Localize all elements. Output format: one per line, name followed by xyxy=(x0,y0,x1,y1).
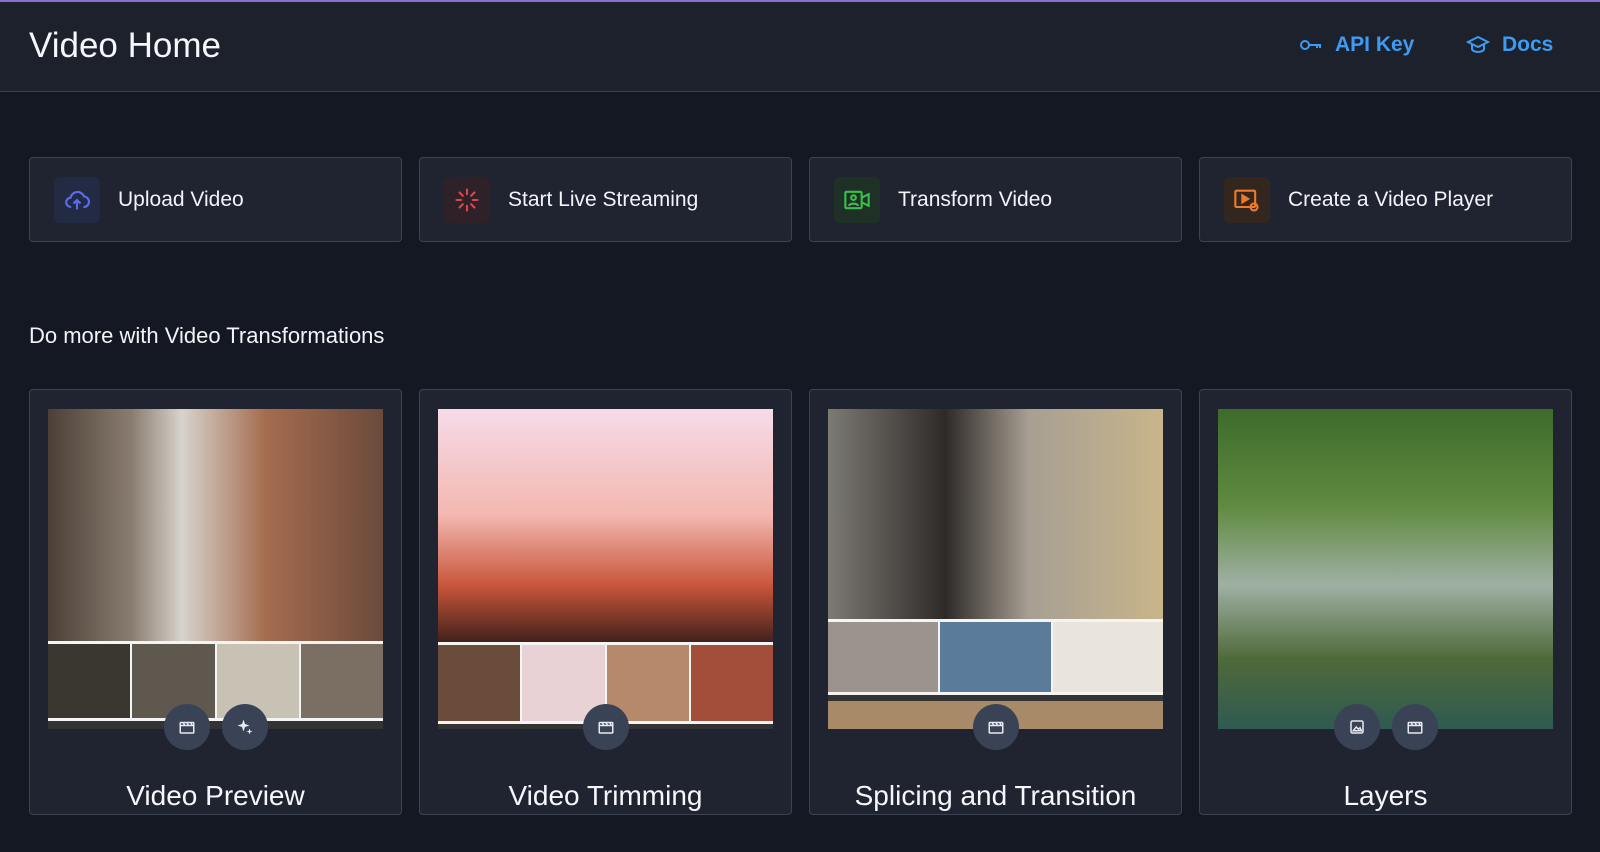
clapperboard-icon xyxy=(598,721,613,734)
page-header: Video Home API Key Docs xyxy=(0,2,1600,92)
upload-video-button[interactable]: Upload Video xyxy=(29,157,402,242)
transform-video-button[interactable]: Transform Video xyxy=(809,157,1182,242)
key-icon xyxy=(1300,40,1321,50)
cloud-upload-icon xyxy=(65,190,90,209)
video-trimming-thumbnail xyxy=(438,409,773,729)
video-badge xyxy=(972,704,1019,750)
thumbnail-main-frame xyxy=(438,409,773,645)
create-video-player-button[interactable]: Create a Video Player xyxy=(1199,157,1572,242)
create-video-player-label: Create a Video Player xyxy=(1288,187,1494,211)
card-video-trimming[interactable]: Video Trimming xyxy=(419,389,792,815)
quick-actions: Upload Video Start Live Streaming Transf… xyxy=(29,157,1572,242)
page-title: Video Home xyxy=(29,26,221,65)
card-title: Video Trimming xyxy=(508,780,703,811)
splicing-thumbnail xyxy=(828,409,1163,729)
ai-badge xyxy=(221,704,268,750)
card-video-preview[interactable]: Video Preview xyxy=(29,389,402,815)
video-camera-icon xyxy=(844,190,870,209)
card-layers[interactable]: Layers xyxy=(1199,389,1572,815)
start-live-streaming-label: Start Live Streaming xyxy=(508,187,699,211)
sparkle-icon xyxy=(237,719,252,735)
api-key-label: API Key xyxy=(1335,33,1415,56)
docs-link[interactable]: Docs xyxy=(1466,33,1553,57)
card-badges xyxy=(810,704,1181,750)
image-badge xyxy=(1333,704,1380,750)
card-badges xyxy=(30,704,401,750)
thumbnail-filmstrip xyxy=(828,619,1163,695)
api-key-link[interactable]: API Key xyxy=(1299,33,1414,57)
section-title: Do more with Video Transformations xyxy=(29,323,385,348)
video-player-gear-icon xyxy=(1234,189,1259,212)
docs-label: Docs xyxy=(1502,33,1554,56)
card-title: Video Preview xyxy=(126,780,305,811)
layers-thumbnail xyxy=(1218,409,1553,729)
video-badge xyxy=(582,704,629,750)
video-badge xyxy=(163,704,210,750)
thumbnail-main-frame xyxy=(48,409,383,641)
video-preview-thumbnail xyxy=(48,409,383,729)
start-live-streaming-button[interactable]: Start Live Streaming xyxy=(419,157,792,242)
upload-icon-box xyxy=(54,176,100,223)
upload-video-label: Upload Video xyxy=(118,187,244,211)
card-badges xyxy=(1200,704,1571,750)
clapperboard-icon xyxy=(179,721,194,734)
thumbnail-main-frame xyxy=(828,409,1163,619)
graduation-cap-icon xyxy=(1466,35,1490,54)
player-icon-box xyxy=(1224,176,1270,223)
card-title: Layers xyxy=(1343,780,1428,811)
card-title: Splicing and Transition xyxy=(854,780,1137,811)
transform-video-label: Transform Video xyxy=(898,187,1053,211)
card-badges xyxy=(420,704,791,750)
video-badge xyxy=(1391,704,1438,750)
clapperboard-icon xyxy=(988,721,1003,734)
image-icon xyxy=(1349,720,1364,734)
transform-icon-box xyxy=(834,176,880,223)
live-icon-box xyxy=(444,176,490,223)
card-splicing-and-transition[interactable]: Splicing and Transition xyxy=(809,389,1182,815)
thumbnail-main-frame xyxy=(1218,409,1553,729)
live-stream-icon xyxy=(455,187,479,212)
clapperboard-icon xyxy=(1407,721,1422,734)
